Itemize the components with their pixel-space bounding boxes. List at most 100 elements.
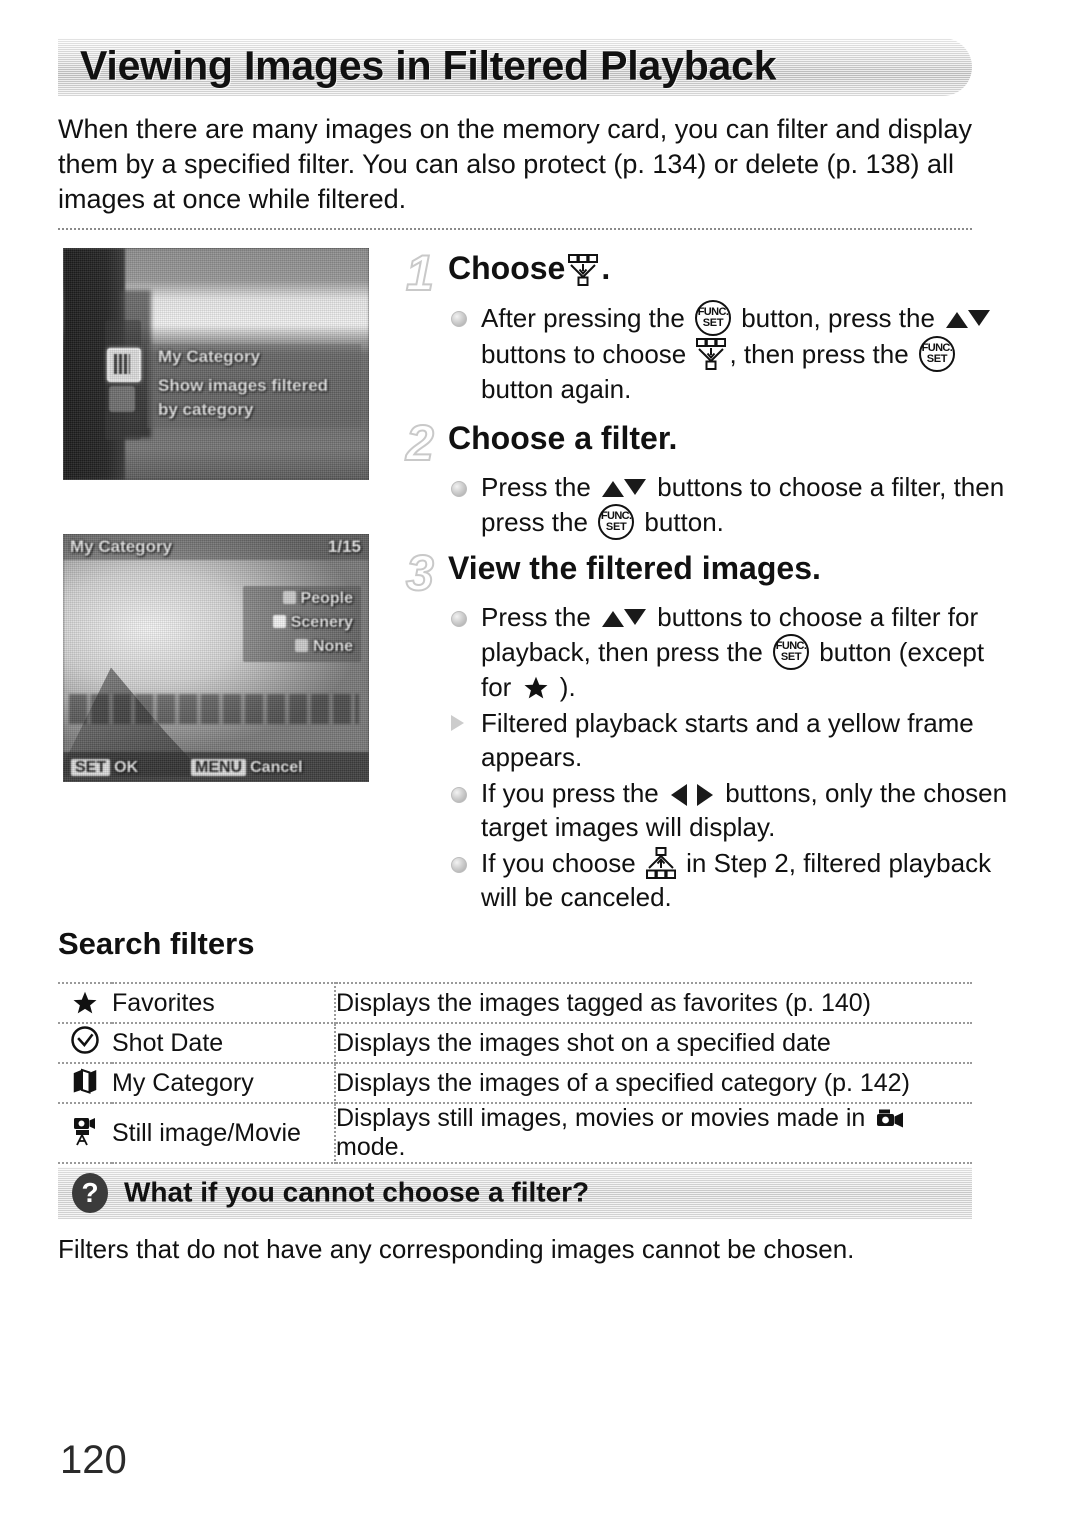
- camtripod: [71, 1114, 99, 1153]
- step-text-run: If you press the: [481, 778, 666, 808]
- step-2-heading: Choose a filter.: [448, 420, 677, 457]
- funcset-button-icon: FUNC. SET: [598, 504, 635, 540]
- screen1-menu-label: My Category: [158, 347, 261, 366]
- funcset-button-icon: FUNC. SET: [695, 300, 731, 336]
- step-bullet: Filtered playback starts and a yellow fr…: [448, 706, 1008, 774]
- screen2-option-people-label: People: [300, 590, 353, 607]
- filter-icon-cell: [58, 1062, 112, 1104]
- step-1-heading-suffix: .: [601, 250, 611, 286]
- table-row: Favorites Displays the images tagged as f…: [58, 982, 972, 1024]
- step-3-heading: View the filtered images.: [448, 550, 821, 587]
- screen2-option-people: People: [282, 590, 353, 608]
- page-title-bar: Viewing Images in Filtered Playback: [58, 38, 972, 96]
- step-1-number: 1: [405, 245, 435, 301]
- menu-key-badge: MENU: [191, 759, 247, 776]
- screen2-option-scenery-label: Scenery: [290, 614, 353, 631]
- question-mark-icon: ?: [72, 1173, 108, 1213]
- unfilter: [645, 847, 676, 879]
- step-text-run: button again.: [481, 374, 632, 404]
- filter-name-cell: My Category: [112, 1062, 336, 1104]
- step-bullet: Press the buttons to choose a filter, th…: [448, 470, 1008, 540]
- step-text-run: , then press the: [729, 339, 916, 369]
- step-2-body: Press the buttons to choose a filter, th…: [448, 470, 1008, 542]
- up-down-buttons-icon: [602, 607, 647, 629]
- callout-body: Filters that do not have any correspondi…: [58, 1234, 855, 1264]
- screen2-set-hint: SET OK: [71, 759, 138, 777]
- filter-desc-cell: Displays the images of a specified categ…: [335, 1062, 972, 1104]
- screen1-desc-line-2: by category: [158, 400, 254, 419]
- step-text-run: Press the: [481, 472, 599, 502]
- screen2-title: My Category: [70, 537, 173, 556]
- step-1-body: After pressing the FUNC. SET button, pres…: [448, 300, 1008, 408]
- screen1-my-category-icon: [107, 348, 141, 382]
- screen2-set-hint-label: OK: [114, 759, 139, 776]
- intro-paragraph: When there are many images on the memory…: [58, 114, 972, 214]
- step-2-number: 2: [405, 415, 435, 471]
- dot-bullet-icon: [451, 857, 467, 873]
- step-3-number: 3: [405, 545, 435, 601]
- screen1-other-icon: [109, 386, 135, 412]
- scenery-icon: [272, 615, 286, 628]
- step-1-heading: Choose.: [448, 250, 610, 287]
- step-3-heading-text: View the filtered images.: [448, 550, 821, 586]
- screen2-option-none: None: [295, 638, 353, 656]
- arrow-bullet-icon: [451, 715, 464, 731]
- up-down-buttons-icon: [946, 308, 991, 330]
- filter-name-cell: Favorites: [112, 982, 336, 1024]
- filter-icon-cell: [58, 1102, 112, 1164]
- clock: [70, 1025, 100, 1062]
- step-2-heading-text: Choose a filter.: [448, 420, 678, 456]
- filter-name-cell: Shot Date: [112, 1022, 336, 1064]
- search-filters-table: Favorites Displays the images tagged as f…: [58, 982, 972, 1164]
- books: [70, 1065, 100, 1102]
- step-text-run: button, press the: [734, 303, 943, 333]
- callout-title: What if you cannot choose a filter?: [124, 1176, 590, 1208]
- step-1-heading-text: Choose: [448, 250, 566, 286]
- screen2-thumbnail-strip: [69, 694, 359, 724]
- camera-screen-func-menu: My Category Show images filtered by cate…: [63, 248, 369, 480]
- step-text-run: button.: [637, 507, 724, 537]
- screen2-image-counter: 1/15: [327, 537, 361, 556]
- none-icon: [295, 639, 308, 652]
- up-down-buttons-icon: [602, 477, 647, 499]
- callout-header: ? What if you cannot choose a filter?: [58, 1167, 972, 1219]
- dot-bullet-icon: [451, 787, 467, 803]
- filter-desc-cell: Displays the images tagged as favorites …: [335, 982, 972, 1024]
- step-text-run: ).: [552, 672, 576, 702]
- step-text-run: Press the: [481, 602, 599, 632]
- dot-bullet-icon: [451, 611, 467, 627]
- step-3-body: Press the buttons to choose a filter for…: [448, 600, 1008, 916]
- camera-screen-filtered-playback: My Category 1/15 People Scenery None SET…: [63, 534, 369, 782]
- filter-icon-cell: [58, 1022, 112, 1064]
- step-text-run: After pressing the: [481, 303, 692, 333]
- page-number: 120: [60, 1438, 127, 1482]
- screen2-menu-hint-label: Cancel: [250, 759, 303, 776]
- screen2-option-scenery: Scenery: [272, 614, 353, 632]
- search-filters-heading: Search filters: [58, 926, 255, 961]
- filter: [568, 254, 599, 286]
- step-bullet: After pressing the FUNC. SET button, pres…: [448, 300, 1008, 406]
- dot-bullet-icon: [451, 311, 467, 327]
- section-divider: [58, 228, 972, 230]
- set-key-badge: SET: [71, 759, 111, 776]
- table-row: My Category Displays the images of a spec…: [58, 1062, 972, 1104]
- step-text-run: buttons to choose: [481, 339, 694, 369]
- moviecam: [876, 1107, 906, 1131]
- funcset-button-icon: FUNC. SET: [773, 634, 810, 670]
- filter-icon-cell: [58, 982, 112, 1024]
- step-bullet: If you choose in Step 2, filtered playba…: [448, 846, 1008, 914]
- step-text-run: Filtered playback starts and a yellow fr…: [481, 708, 974, 772]
- page-title: Viewing Images in Filtered Playback: [80, 42, 777, 89]
- star: [523, 675, 549, 701]
- table-row: Still image/Movie Displays still images, …: [58, 1102, 972, 1164]
- filter-desc-cell: Displays the images shot on a specified …: [335, 1022, 972, 1064]
- filter-name-cell: Still image/Movie: [112, 1102, 336, 1164]
- step-bullet: Press the buttons to choose a filter for…: [448, 600, 1008, 704]
- step-text-run: If you choose: [481, 848, 643, 878]
- screen2-menu-hint: MENU Cancel: [191, 759, 303, 777]
- screen2-option-none-label: None: [313, 638, 353, 655]
- dot-bullet-icon: [451, 481, 467, 497]
- step-bullet: If you press the buttons, only the chose…: [448, 776, 1008, 844]
- table-row: Shot Date Displays the images shot on a s…: [58, 1022, 972, 1064]
- left-right-buttons-icon: [670, 783, 713, 807]
